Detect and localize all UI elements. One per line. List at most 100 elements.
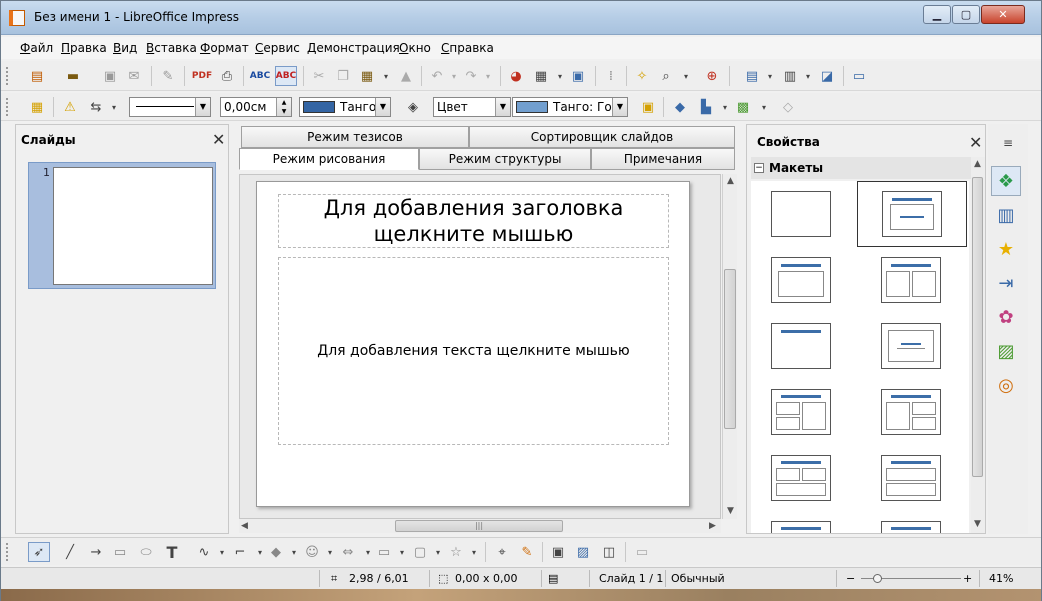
- layout-blank[interactable]: [771, 191, 831, 237]
- scroll-down-icon[interactable]: ▼: [974, 519, 981, 529]
- arrow-tool-icon[interactable]: →: [87, 543, 105, 561]
- title-placeholder[interactable]: Для добавления заголовка щелкните мышью: [278, 194, 669, 248]
- layout-title-only[interactable]: [771, 257, 831, 303]
- flowchart-dropdown-icon[interactable]: ▾: [393, 543, 411, 561]
- layout-title-2content-left[interactable]: [771, 389, 831, 435]
- clone-format-icon[interactable]: ▲: [397, 67, 415, 85]
- scroll-left-icon[interactable]: ◀: [241, 521, 248, 531]
- chart-icon[interactable]: ◕: [507, 67, 525, 85]
- layout-title-2content-right[interactable]: [881, 389, 941, 435]
- shadow-icon[interactable]: ▣: [639, 98, 657, 116]
- close-icon[interactable]: ✕: [969, 133, 982, 152]
- navigator-deck-icon[interactable]: ◎: [991, 370, 1021, 400]
- glue-points-icon[interactable]: ✎: [518, 543, 536, 561]
- copy-icon[interactable]: ❐: [334, 67, 352, 85]
- sidebar-menu-icon[interactable]: ≡: [999, 134, 1017, 152]
- extrusion-icon[interactable]: ◫: [600, 543, 618, 561]
- tab-normal[interactable]: Режим рисования: [239, 148, 419, 170]
- arrow-dropdown-icon[interactable]: ▾: [105, 98, 123, 116]
- callouts-icon[interactable]: ▢: [411, 543, 429, 561]
- flowchart-icon[interactable]: ▭: [375, 543, 393, 561]
- align-dropdown-icon[interactable]: ▾: [716, 98, 734, 116]
- autospellcheck-icon[interactable]: ABC: [275, 66, 297, 86]
- toggle-extrusion-icon[interactable]: ▭: [633, 543, 651, 561]
- layout-centered-text[interactable]: [881, 323, 941, 369]
- start-slideshow-icon[interactable]: ▭: [850, 67, 868, 85]
- zoom-slider-handle[interactable]: [873, 574, 882, 583]
- help-icon[interactable]: ⊕: [703, 67, 721, 85]
- layout-name[interactable]: Обычный: [671, 572, 725, 585]
- minimize-button[interactable]: ▁: [923, 5, 951, 24]
- horizontal-scrollbar[interactable]: ◀ ||| ▶: [239, 519, 721, 533]
- rotate-icon[interactable]: ◆: [671, 98, 689, 116]
- menu-file[interactable]: Файл: [20, 41, 53, 55]
- styles-icon[interactable]: ▦: [28, 98, 46, 116]
- area-style-select[interactable]: Цвет ▼: [433, 97, 511, 117]
- block-arrows-icon[interactable]: ⇔: [339, 543, 357, 561]
- slide[interactable]: Для добавления заголовка щелкните мышью …: [256, 181, 690, 507]
- email-icon[interactable]: ✉: [125, 67, 143, 85]
- slide-thumbnail[interactable]: [53, 167, 213, 285]
- zoom-icon[interactable]: ⌕: [657, 67, 675, 85]
- slide-dropdown-icon[interactable]: ▾: [761, 67, 779, 85]
- paste-dropdown-icon[interactable]: ▾: [377, 67, 395, 85]
- menu-format[interactable]: Формат: [200, 41, 249, 55]
- curve-tool-icon[interactable]: ∿: [195, 543, 213, 561]
- menu-window[interactable]: Окно: [399, 41, 431, 55]
- zoom-level[interactable]: 41%: [989, 572, 1013, 585]
- slide-design-icon[interactable]: ◪: [818, 67, 836, 85]
- align-icon[interactable]: ▙: [697, 98, 715, 116]
- menu-insert[interactable]: Вставка: [146, 41, 197, 55]
- redo-icon[interactable]: ↷: [462, 67, 480, 85]
- image-icon[interactable]: ▨: [574, 543, 592, 561]
- tab-outline-view[interactable]: Режим структуры: [419, 148, 591, 170]
- line-tool-icon[interactable]: ╱: [61, 543, 79, 561]
- area-icon[interactable]: ◈: [404, 98, 422, 116]
- stars-icon[interactable]: ☆: [447, 543, 465, 561]
- master-slides-icon[interactable]: ▥: [991, 200, 1021, 230]
- ellipse-tool-icon[interactable]: ⬭: [137, 543, 155, 561]
- layout-title-4content[interactable]: [771, 521, 831, 533]
- points-icon[interactable]: ⌖: [493, 543, 511, 561]
- slide-transition-icon[interactable]: ⇥: [991, 268, 1021, 298]
- slide-icon[interactable]: ▤: [743, 67, 761, 85]
- properties-scroll-thumb[interactable]: [972, 177, 983, 477]
- layout-two-content[interactable]: [881, 257, 941, 303]
- undo-icon[interactable]: ↶: [428, 67, 446, 85]
- maximize-button[interactable]: ▢: [952, 5, 980, 24]
- symbol-dropdown-icon[interactable]: ▾: [321, 543, 339, 561]
- gallery-icon[interactable]: ▨: [991, 336, 1021, 366]
- line-color-select[interactable]: Танго: ▼: [299, 97, 391, 117]
- new-document-icon[interactable]: ▤: [28, 67, 46, 85]
- menu-slideshow[interactable]: Демонстрация: [307, 41, 400, 55]
- fontwork-icon[interactable]: ▣: [549, 543, 567, 561]
- scroll-down-icon[interactable]: ▼: [727, 506, 734, 516]
- redo-dropdown-icon[interactable]: ▾: [479, 67, 497, 85]
- line-style-select[interactable]: ▼: [129, 97, 211, 117]
- horizontal-scroll-thumb[interactable]: |||: [395, 520, 563, 532]
- menu-view[interactable]: Вид: [113, 41, 137, 55]
- custom-animation-icon[interactable]: ★: [991, 234, 1021, 264]
- symbol-shapes-icon[interactable]: ☺: [303, 543, 321, 561]
- scroll-up-icon[interactable]: ▲: [974, 159, 981, 169]
- layout-title-2content-over[interactable]: [771, 455, 831, 501]
- line-icon[interactable]: ⚠: [61, 98, 79, 116]
- tab-outline[interactable]: Режим тезисов: [241, 126, 469, 148]
- table-icon[interactable]: ▦: [532, 67, 550, 85]
- edit-file-icon[interactable]: ✎: [159, 67, 177, 85]
- cut-icon[interactable]: ✂: [310, 67, 328, 85]
- body-placeholder[interactable]: Для добавления текста щелкните мышью: [278, 257, 669, 445]
- zoom-dropdown-icon[interactable]: ▾: [677, 67, 695, 85]
- print-icon[interactable]: ⎙: [218, 67, 236, 85]
- navigator-icon[interactable]: ✧: [633, 67, 651, 85]
- arrange-dropdown-icon[interactable]: ▾: [755, 98, 773, 116]
- layout-title-6content[interactable]: [881, 521, 941, 533]
- shapes-dropdown-icon[interactable]: ▾: [285, 543, 303, 561]
- layout-dropdown-icon[interactable]: ▾: [799, 67, 817, 85]
- tab-notes[interactable]: Примечания: [591, 148, 735, 170]
- layout-title-content-over[interactable]: [881, 455, 941, 501]
- basic-shapes-icon[interactable]: ◆: [267, 543, 285, 561]
- vertical-scrollbar[interactable]: ▲ ▼: [722, 174, 737, 519]
- tab-slide-sorter[interactable]: Сортировщик слайдов: [469, 126, 735, 148]
- undo-dropdown-icon[interactable]: ▾: [445, 67, 463, 85]
